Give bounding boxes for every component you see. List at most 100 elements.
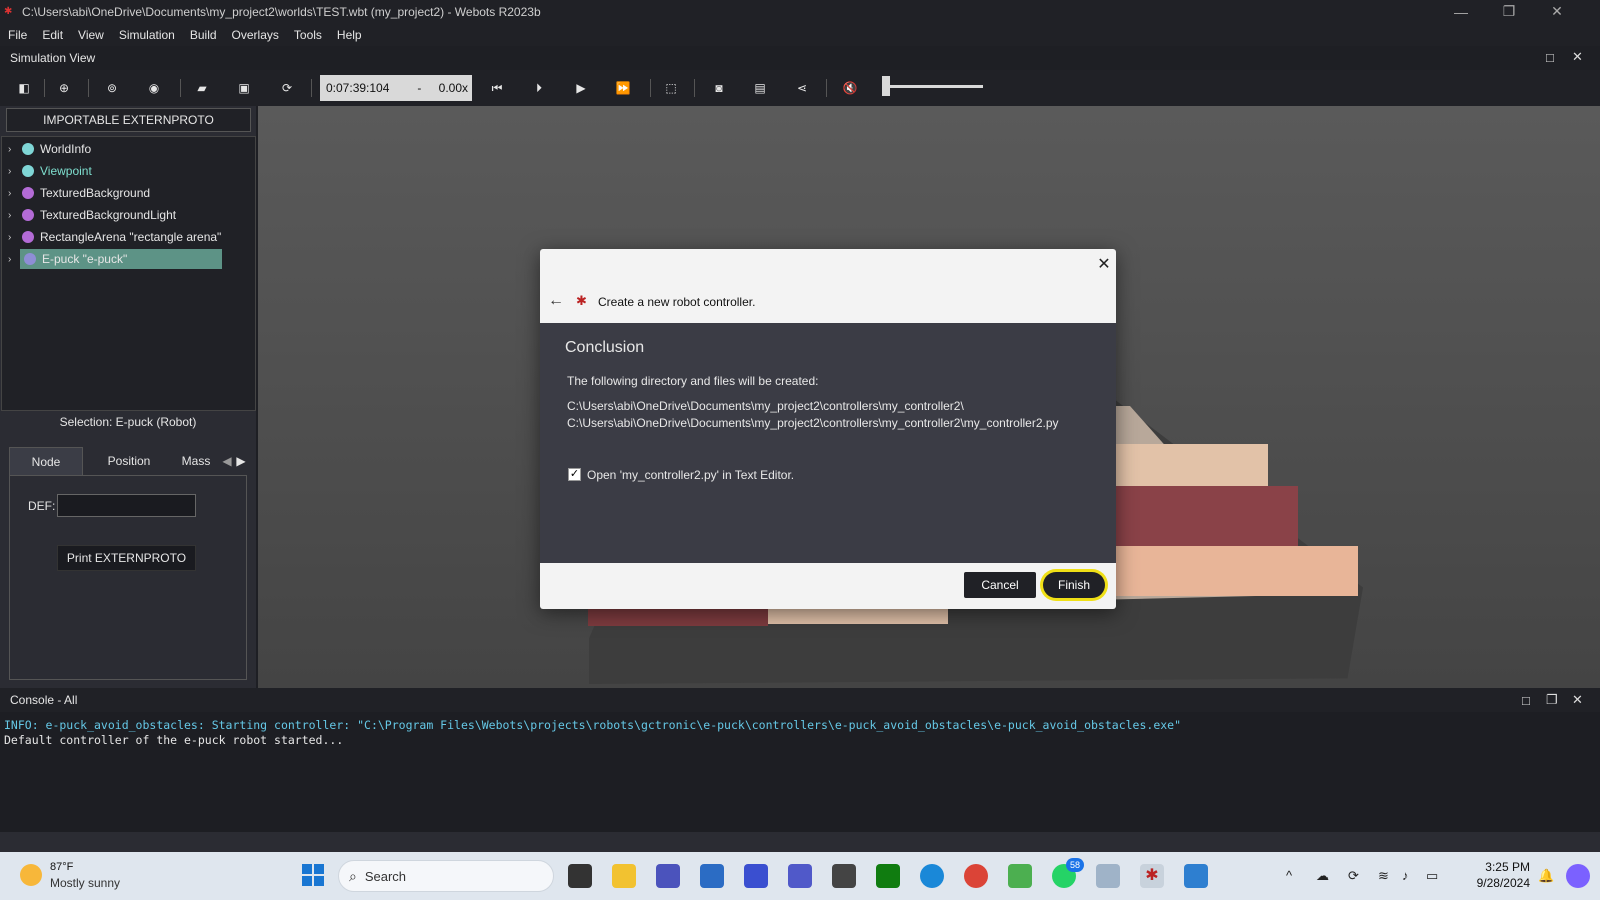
task-view-icon[interactable] xyxy=(568,864,592,888)
def-field[interactable] xyxy=(57,494,196,517)
step-icon[interactable]: ⏵ xyxy=(527,77,551,99)
wifi-icon[interactable]: ≋ xyxy=(1378,868,1389,884)
tab-node[interactable]: Node xyxy=(9,447,83,475)
teams-work-icon[interactable] xyxy=(788,864,812,888)
webots-bug-icon: ✱ xyxy=(576,293,587,308)
menu-overlays[interactable]: Overlays xyxy=(232,28,279,42)
view-eye-icon[interactable]: ◉ xyxy=(142,77,166,99)
tree-item-epuck[interactable]: › E-puck "e-puck" xyxy=(8,249,222,269)
reset-simulation-icon[interactable]: ⏮ xyxy=(485,77,509,99)
chevron-right-icon[interactable]: › xyxy=(8,210,22,221)
record-movie-icon[interactable]: ▤ xyxy=(748,77,772,99)
taskbar-search[interactable]: ⌕ Search xyxy=(338,860,554,892)
performance-monitor-icon[interactable] xyxy=(1096,864,1120,888)
print-externproto-button[interactable]: Print EXTERNPROTO xyxy=(57,545,196,571)
edge-icon[interactable] xyxy=(920,864,944,888)
save-icon[interactable]: ▣ xyxy=(232,77,256,99)
back-arrow-icon[interactable]: ← xyxy=(548,292,564,310)
importable-externproto-button[interactable]: IMPORTABLE EXTERNPROTO xyxy=(6,108,251,132)
volume-slider-handle[interactable] xyxy=(882,76,890,96)
weather-sun-icon[interactable] xyxy=(20,864,42,886)
close-console-icon[interactable]: ✕ xyxy=(1572,692,1583,708)
chevron-right-icon[interactable]: › xyxy=(8,188,22,199)
console-output[interactable]: INFO: e-puck_avoid_obstacles: Starting c… xyxy=(0,712,1600,832)
tree-item-texturedbackground[interactable]: › TexturedBackground xyxy=(8,183,150,203)
tab-scroll-right-icon[interactable]: ▶ xyxy=(235,447,247,475)
open-in-editor-checkbox[interactable]: ✓ xyxy=(568,468,581,481)
tree-item-texturedbackgroundlight[interactable]: › TexturedBackgroundLight xyxy=(8,205,176,225)
clock-time[interactable]: 3:25 PM xyxy=(1470,860,1530,874)
app-icon[interactable] xyxy=(1184,864,1208,888)
sync-icon[interactable]: ⟳ xyxy=(1348,868,1359,884)
reload-icon[interactable]: ⟳ xyxy=(275,77,299,99)
follow-object-icon[interactable]: ⊚ xyxy=(100,77,124,99)
chrome-icon[interactable] xyxy=(964,864,988,888)
menu-view[interactable]: View xyxy=(78,28,104,42)
chevron-up-icon[interactable]: ^ xyxy=(1286,868,1292,883)
share-icon[interactable]: ⋖ xyxy=(790,77,814,99)
node-dot-icon xyxy=(22,231,34,243)
close-icon[interactable]: ✕ xyxy=(1096,257,1112,273)
toolbar-separator xyxy=(88,79,89,97)
chevron-right-icon[interactable]: › xyxy=(8,232,22,243)
toolbar-separator xyxy=(826,79,827,97)
tab-scroll-left-icon[interactable]: ◀ xyxy=(221,447,233,475)
onedrive-cloud-icon[interactable]: ☁ xyxy=(1316,868,1329,884)
tree-item-label: Viewpoint xyxy=(40,164,92,178)
maximize-console-icon[interactable]: □ xyxy=(1522,693,1530,708)
tree-item-worldinfo[interactable]: › WorldInfo xyxy=(8,139,91,159)
start-windows-icon[interactable] xyxy=(302,864,324,886)
xbox-icon[interactable] xyxy=(876,864,900,888)
menu-edit[interactable]: Edit xyxy=(42,28,63,42)
app-icon[interactable] xyxy=(744,864,768,888)
run-fast-icon[interactable]: ⏩ xyxy=(611,77,635,99)
menu-simulation[interactable]: Simulation xyxy=(119,28,175,42)
tree-item-rectanglearena[interactable]: › RectangleArena "rectangle arena" xyxy=(8,227,221,247)
maximize-panel-icon[interactable]: □ xyxy=(1546,50,1554,65)
app-icon[interactable] xyxy=(1008,864,1032,888)
menu-help[interactable]: Help xyxy=(337,28,362,42)
chevron-right-icon[interactable]: › xyxy=(8,166,22,177)
undock-console-icon[interactable]: ❐ xyxy=(1546,692,1558,708)
clock-date[interactable]: 9/28/2024 xyxy=(1458,876,1530,890)
cancel-button[interactable]: Cancel xyxy=(964,572,1036,598)
tab-position[interactable]: Position xyxy=(89,447,169,475)
volume-icon[interactable]: ♪ xyxy=(1402,868,1409,883)
open-in-editor-label[interactable]: Open 'my_controller2.py' in Text Editor. xyxy=(587,468,794,482)
finish-button[interactable]: Finish xyxy=(1043,572,1105,598)
open-folder-icon[interactable]: ▰ xyxy=(190,77,214,99)
console-line: Default controller of the e-puck robot s… xyxy=(4,733,344,747)
tab-mass[interactable]: Mass xyxy=(171,447,221,475)
weather-description[interactable]: Mostly sunny xyxy=(50,876,120,890)
new-controller-dialog: ✕ ← ✱ Create a new robot controller. Con… xyxy=(540,249,1116,609)
file-explorer-icon[interactable] xyxy=(612,864,636,888)
run-realtime-icon[interactable]: ▶ xyxy=(569,77,593,99)
copilot-icon[interactable] xyxy=(1566,864,1590,888)
webots-taskbar-icon[interactable]: ✱ xyxy=(1140,864,1164,888)
node-dot-icon xyxy=(24,253,36,265)
menu-file[interactable]: File xyxy=(8,28,27,42)
selection-label: Selection: E-puck (Robot) xyxy=(59,415,197,429)
weather-temperature[interactable]: 87°F xyxy=(50,861,73,873)
toggle-scene-tree-icon[interactable]: ◧ xyxy=(12,77,36,99)
rendering-icon[interactable]: ⬚ xyxy=(659,77,683,99)
unity-icon[interactable] xyxy=(832,864,856,888)
notification-bell-icon[interactable]: 🔔 xyxy=(1538,868,1554,884)
close-panel-icon[interactable]: ✕ xyxy=(1572,49,1583,65)
tree-item-viewpoint[interactable]: › Viewpoint xyxy=(8,161,92,181)
minimize-button[interactable]: — xyxy=(1438,0,1484,23)
volume-slider-track[interactable] xyxy=(885,85,983,88)
add-node-icon[interactable]: ⊕ xyxy=(52,77,76,99)
screenshot-camera-icon[interactable]: ◙ xyxy=(707,77,731,99)
toolbar-separator xyxy=(311,79,312,97)
chevron-right-icon[interactable]: › xyxy=(8,144,22,155)
menu-tools[interactable]: Tools xyxy=(294,28,322,42)
battery-icon[interactable]: ▭ xyxy=(1426,868,1438,884)
menu-build[interactable]: Build xyxy=(190,28,217,42)
microsoft-store-icon[interactable] xyxy=(700,864,724,888)
restore-button[interactable]: ❐ xyxy=(1486,0,1532,23)
notification-badge: 58 xyxy=(1066,858,1084,872)
teams-icon[interactable] xyxy=(656,864,680,888)
close-window-button[interactable]: ✕ xyxy=(1534,0,1580,23)
mute-speaker-icon[interactable]: 🔇 xyxy=(838,77,862,99)
